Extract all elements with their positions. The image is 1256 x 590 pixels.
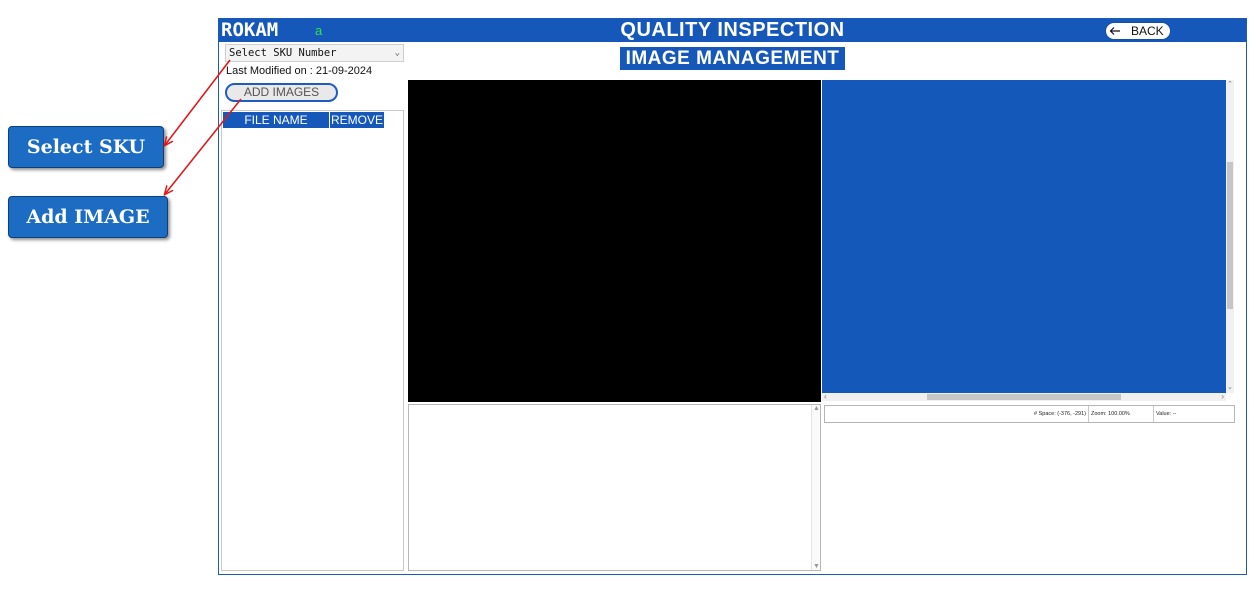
space-coordinates: # Space: (-376, -291) [1034, 411, 1086, 417]
image-status-bar: # Space: (-376, -291) Zoom: 100.00% Valu… [824, 405, 1235, 423]
callout-add-image: Add IMAGE [8, 196, 168, 238]
scroll-right-icon[interactable]: › [1221, 392, 1224, 401]
last-modified-text: Last Modified on : 21-09-2024 [226, 65, 373, 77]
file-list-panel[interactable]: FILE NAME REMOVE [221, 110, 404, 571]
app-title: QUALITY INSPECTION [620, 19, 845, 41]
page-subtitle: IMAGE MANAGEMENT [619, 47, 846, 70]
app-window: ROKAM a QUALITY INSPECTION BACK IMAGE MA… [218, 18, 1247, 575]
camera-view[interactable] [408, 80, 821, 402]
file-table-header: FILE NAME REMOVE [223, 112, 384, 128]
pixel-value: Value: -- [1153, 406, 1221, 422]
scroll-down-icon[interactable]: ⌄ [1227, 384, 1233, 392]
zoom-level: Zoom: 100.00% [1088, 406, 1153, 422]
log-scrollbar[interactable]: ▲ ▼ [811, 405, 820, 570]
scroll-thumb[interactable] [1227, 162, 1233, 309]
image-horizontal-scrollbar[interactable]: ‹ › [822, 392, 1226, 401]
column-header-file-name[interactable]: FILE NAME [223, 112, 330, 128]
column-header-remove[interactable]: REMOVE [330, 112, 384, 128]
chevron-down-icon: ⌄ [394, 48, 400, 58]
scroll-down-icon[interactable]: ▼ [813, 563, 820, 570]
image-vertical-scrollbar[interactable]: ⌃ ⌄ [1226, 80, 1234, 393]
arrow-left-icon [1109, 27, 1120, 35]
scroll-up-icon[interactable]: ▲ [813, 405, 820, 412]
add-images-button[interactable]: ADD IMAGES [225, 83, 338, 102]
scroll-up-icon[interactable]: ⌃ [1227, 81, 1233, 89]
scroll-left-icon[interactable]: ‹ [824, 392, 827, 401]
scroll-thumb[interactable] [927, 394, 1121, 400]
log-text-area[interactable]: ▲ ▼ [408, 404, 821, 571]
sku-select-value: Select SKU Number [229, 47, 337, 59]
callout-select-sku: Select SKU [8, 126, 164, 168]
sku-select-dropdown[interactable]: Select SKU Number ⌄ [225, 44, 404, 62]
title-bar: ROKAM a QUALITY INSPECTION BACK [219, 19, 1246, 42]
image-display[interactable] [822, 80, 1226, 393]
back-button[interactable]: BACK [1105, 22, 1171, 40]
back-button-label: BACK [1131, 24, 1164, 38]
